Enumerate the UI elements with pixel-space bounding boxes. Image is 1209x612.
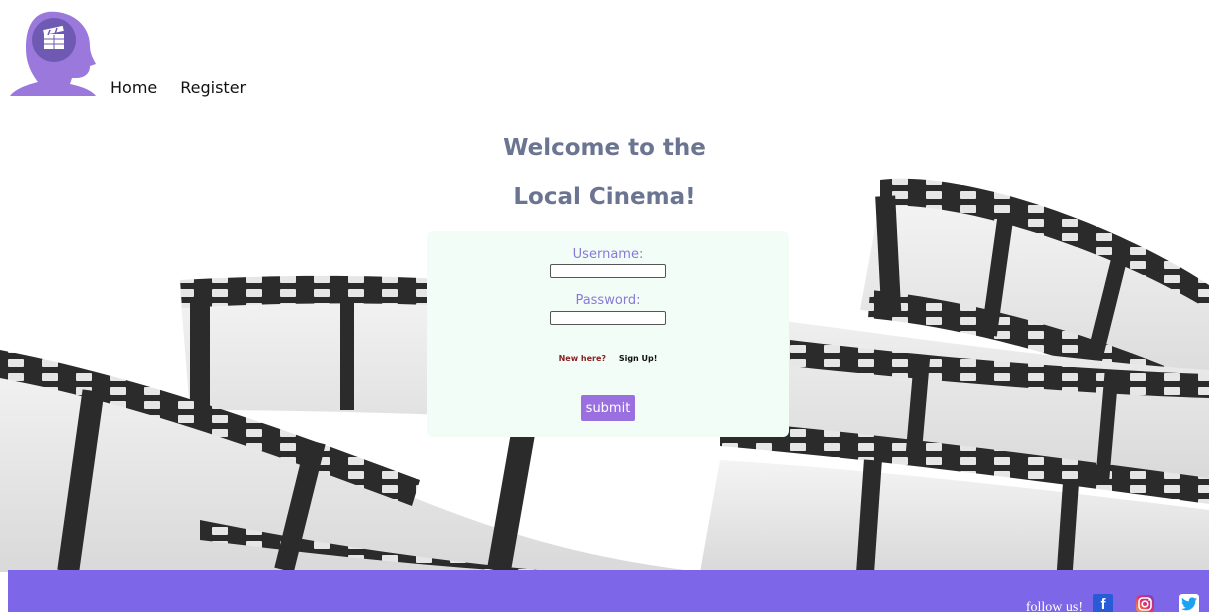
cinema-head-logo[interactable] <box>10 8 98 96</box>
instagram-icon[interactable] <box>1135 594 1155 612</box>
password-input[interactable] <box>550 311 666 325</box>
nav-register-link[interactable]: Register <box>180 78 246 97</box>
welcome-heading-line2: Local Cinema! <box>513 184 696 210</box>
signup-prompt: New here? Sign Up! <box>427 354 789 363</box>
username-input[interactable] <box>550 264 666 278</box>
username-label: Username: <box>572 247 644 262</box>
password-label: Password: <box>575 293 641 308</box>
nav-home-link[interactable]: Home <box>110 78 157 97</box>
follow-us-text: follow us! <box>1025 600 1083 612</box>
login-card: Username: Password: New here? Sign Up! s… <box>427 231 789 437</box>
sign-up-link[interactable]: Sign Up! <box>619 354 658 363</box>
main-nav: Home Register <box>110 78 246 97</box>
footer-bar: follow us! f <box>8 570 1209 612</box>
new-here-text: New here? <box>558 354 607 363</box>
welcome-heading-line1: Welcome to the <box>503 135 706 161</box>
twitter-icon[interactable] <box>1179 594 1199 612</box>
submit-button[interactable]: submit <box>581 395 635 421</box>
facebook-icon[interactable]: f <box>1093 594 1113 612</box>
